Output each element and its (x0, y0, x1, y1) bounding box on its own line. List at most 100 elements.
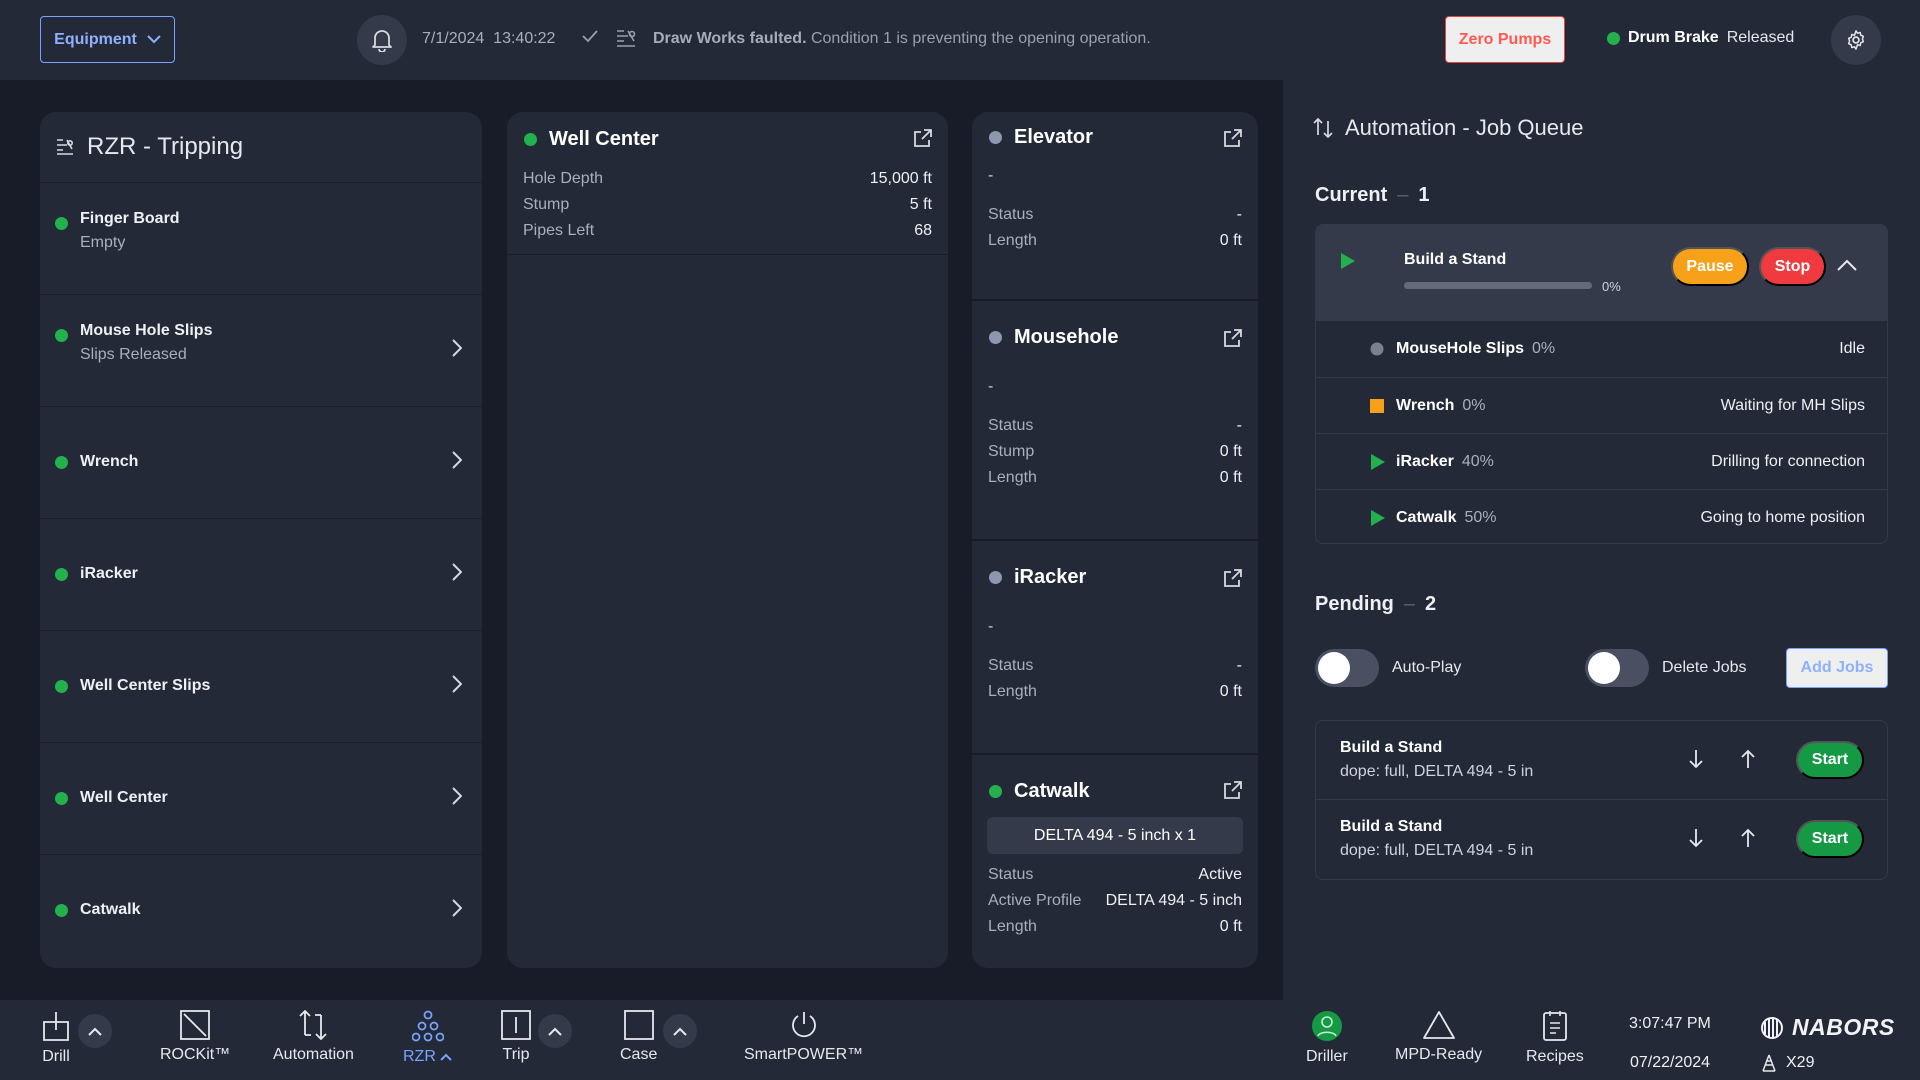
task-row: Wrench 0% Waiting for MH Slips (1316, 377, 1887, 433)
gear-icon (1845, 29, 1867, 51)
expand-icon[interactable] (1224, 781, 1242, 799)
task-row: Catwalk 50% Going to home position (1316, 489, 1887, 543)
trip-expand-button[interactable] (538, 1014, 572, 1048)
case-expand-button[interactable] (663, 1014, 697, 1048)
catwalk-header: Catwalk (972, 755, 1258, 817)
automation-header: Automation - Job Queue (1313, 115, 1583, 141)
expand-icon[interactable] (914, 129, 932, 147)
rzr-item-mouse-hole-slips[interactable]: Mouse Hole Slips Slips Released (40, 295, 482, 407)
waiting-status-icon (1370, 398, 1384, 413)
delete-jobs-label: Delete Jobs (1662, 659, 1747, 676)
pause-button[interactable]: Pause (1671, 247, 1749, 286)
nav-recipes[interactable]: Recipes (1526, 1010, 1584, 1066)
chevron-up-icon[interactable] (1837, 259, 1857, 271)
tripping-icon (55, 137, 75, 157)
catwalk-pipe-badge: DELTA 494 - 5 inch x 1 (987, 817, 1243, 854)
mousehole-header: Mousehole (972, 301, 1258, 373)
start-button[interactable]: Start (1796, 820, 1864, 858)
chevron-right-icon (452, 787, 462, 805)
arrow-up-icon[interactable] (1740, 828, 1756, 848)
delete-jobs-toggle[interactable] (1585, 649, 1649, 687)
rzr-header: RZR - Tripping (40, 112, 482, 183)
nav-case[interactable]: Case (620, 1010, 657, 1064)
current-job-name: Build a Stand (1404, 251, 1507, 268)
status-dot (1607, 31, 1620, 45)
nabors-logo: NABORS (1760, 1014, 1895, 1041)
detail-row: Length 0 ft (988, 683, 1242, 700)
power-icon (789, 1010, 819, 1040)
add-jobs-button[interactable]: Add Jobs (1786, 648, 1888, 688)
equipment-dropdown[interactable]: Equipment (40, 16, 175, 63)
well-center-details: Hole Depth 15,000 ft Stump 5 ft Pipes Left… (507, 166, 948, 255)
expand-icon[interactable] (1224, 329, 1242, 347)
arrow-down-icon[interactable] (1688, 749, 1704, 769)
status-dot (55, 217, 68, 230)
idle-status-icon (1370, 342, 1384, 356)
status-dot (989, 570, 1002, 584)
nav-rockit[interactable]: ROCKit™ (160, 1010, 230, 1064)
well-center-title: Well Center (549, 127, 659, 150)
elevator-card: Elevator - Status - Length 0 ft (972, 112, 1258, 299)
play-icon (1340, 252, 1356, 270)
auto-play-toggle[interactable] (1315, 649, 1379, 687)
rzr-item-well-center[interactable]: Well Center (40, 743, 482, 855)
nav-smartpower[interactable]: SmartPOWER™ (744, 1010, 863, 1064)
drawworks-icon (615, 28, 637, 48)
bell-icon (371, 28, 393, 52)
status-dot (989, 130, 1002, 144)
nav-drill[interactable]: Drill (42, 1010, 70, 1066)
detail-row: Stump 5 ft (523, 196, 932, 213)
nav-rzr[interactable]: RZR (403, 1010, 453, 1066)
status-dot (55, 568, 68, 581)
expand-icon[interactable] (1224, 129, 1242, 147)
elevator-header: Elevator (972, 112, 1258, 162)
rzr-item-iracker[interactable]: iRacker (40, 519, 482, 631)
start-button[interactable]: Start (1796, 741, 1864, 779)
stop-button[interactable]: Stop (1759, 247, 1826, 286)
drill-expand-button[interactable] (78, 1014, 112, 1048)
nav-mpd-ready[interactable]: MPD-Ready (1395, 1010, 1482, 1064)
play-icon (1370, 453, 1386, 471)
bottom-nav: Drill ROCKit™ Automation RZR Trip Case S… (0, 1000, 1920, 1080)
pending-job: Build a Stand dope: full, DELTA 494 - 5 … (1316, 800, 1887, 879)
settings-button[interactable] (1831, 15, 1881, 65)
detail-row: Length 0 ft (988, 232, 1242, 249)
nav-driller[interactable]: Driller (1306, 1010, 1348, 1066)
status-dot (55, 456, 68, 469)
recipes-icon (1541, 1010, 1569, 1042)
zero-pumps-button[interactable]: Zero Pumps (1445, 16, 1565, 63)
automation-icon (298, 1010, 328, 1040)
nabors-logo-icon (1760, 1016, 1784, 1040)
equipment-label: Equipment (54, 30, 137, 48)
status-dot (989, 330, 1002, 344)
iracker-title: iRacker (1014, 565, 1087, 588)
arrow-up-icon[interactable] (1740, 749, 1756, 769)
catwalk-card: Catwalk DELTA 494 - 5 inch x 1 Status Act… (972, 755, 1258, 968)
rzr-item-finger-board: Finger Board Empty (40, 183, 482, 295)
pending-job: Build a Stand dope: full, DELTA 494 - 5 … (1316, 721, 1887, 800)
nav-automation[interactable]: Automation (273, 1010, 354, 1064)
sync-icon (1313, 118, 1333, 138)
detail-row: Stump 0 ft (988, 443, 1242, 460)
current-job-progress-text: 0% (1602, 279, 1621, 294)
detail-row: Status - (988, 417, 1242, 434)
rzr-icon (411, 1010, 444, 1042)
pending-jobs-list: Build a Stand dope: full, DELTA 494 - 5 … (1315, 720, 1888, 880)
chevron-up-icon (440, 1053, 453, 1061)
rzr-item-catwalk[interactable]: Catwalk (40, 855, 482, 967)
mousehole-card: Mousehole - Status - Stump 0 ft Length 0 ft (972, 301, 1258, 539)
rzr-item-well-center-slips[interactable]: Well Center Slips (40, 631, 482, 743)
notifications-button[interactable] (357, 15, 407, 65)
automation-panel: Automation - Job Queue Current –1 Build a… (1283, 80, 1920, 1000)
rzr-item-wrench[interactable]: Wrench (40, 407, 482, 519)
current-job: Build a Stand 0% Pause Stop MouseHole Sl… (1315, 224, 1888, 544)
detail-row: Status Active (988, 866, 1242, 883)
status-dot (55, 904, 68, 917)
nav-trip[interactable]: Trip (501, 1010, 531, 1064)
chevron-right-icon (452, 451, 462, 469)
rzr-panel: RZR - Tripping Finger Board Empty Mouse … (40, 112, 482, 968)
chevron-up-icon (88, 1027, 102, 1036)
driller-avatar-icon (1311, 1010, 1343, 1042)
arrow-down-icon[interactable] (1688, 828, 1704, 848)
expand-icon[interactable] (1224, 569, 1242, 587)
